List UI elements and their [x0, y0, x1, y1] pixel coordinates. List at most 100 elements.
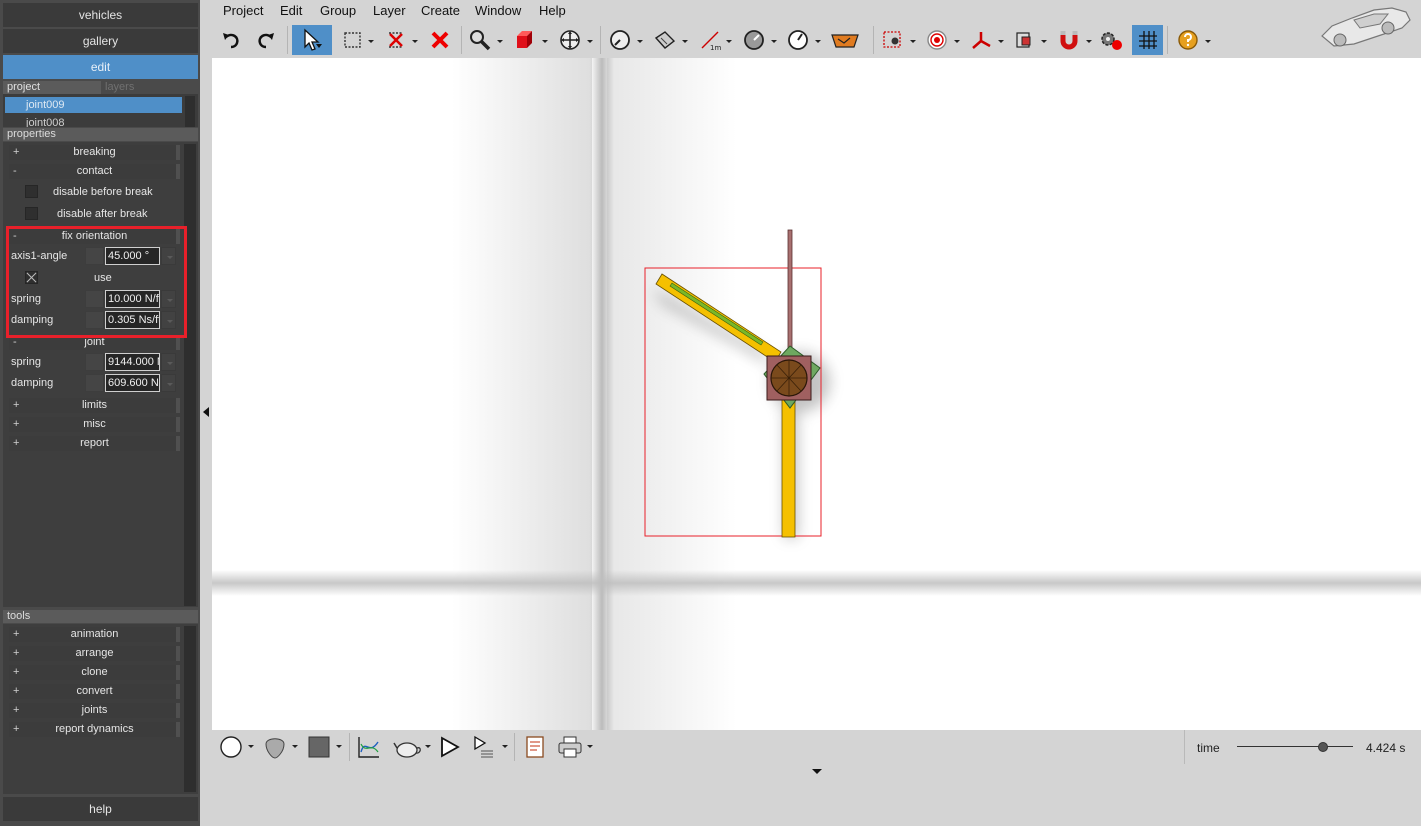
chevron-down-icon[interactable]: [998, 40, 1004, 43]
magnet-button[interactable]: [1055, 25, 1083, 55]
measure-button[interactable]: 1m: [696, 25, 724, 55]
axes-button[interactable]: [967, 25, 995, 55]
gallery-button[interactable]: gallery: [3, 29, 198, 53]
edit-button[interactable]: edit: [3, 55, 198, 79]
script-button[interactable]: [392, 733, 424, 761]
disable-after-break-checkbox[interactable]: [25, 207, 38, 220]
lasso-select-button[interactable]: [382, 25, 410, 55]
simulation-viewport[interactable]: [212, 58, 1421, 730]
chevron-down-icon[interactable]: [1041, 40, 1047, 43]
help-button[interactable]: help: [3, 797, 198, 821]
chevron-down-icon[interactable]: [1205, 40, 1211, 43]
speedometer-button[interactable]: [784, 25, 812, 55]
motor-button[interactable]: [740, 25, 768, 55]
tool-group-convert[interactable]: + convert: [9, 684, 180, 699]
menu-window[interactable]: Window: [475, 3, 521, 18]
print-button[interactable]: [556, 733, 584, 761]
undo-button[interactable]: [217, 25, 245, 55]
help-tool-button[interactable]: [1174, 25, 1202, 55]
sensor-button[interactable]: [1011, 25, 1039, 55]
tab-project[interactable]: project: [3, 81, 101, 94]
menu-group[interactable]: Group: [320, 3, 356, 18]
tree-item-joint009[interactable]: joint009: [5, 97, 182, 113]
joint-damping-input[interactable]: 609.600 Ns: [105, 374, 160, 392]
group-contact[interactable]: - contact: [9, 164, 180, 179]
chevron-down-icon[interactable]: [248, 745, 254, 748]
menu-help[interactable]: Help: [539, 3, 566, 18]
group-misc[interactable]: + misc: [9, 417, 180, 432]
joint-spring-spinner[interactable]: [161, 353, 176, 371]
move-button[interactable]: [556, 25, 584, 55]
select-tool-button[interactable]: [292, 25, 332, 55]
disable-before-break-checkbox[interactable]: [25, 185, 38, 198]
record-button[interactable]: [923, 25, 951, 55]
chevron-down-icon[interactable]: [815, 40, 821, 43]
camera-button[interactable]: [879, 25, 907, 55]
chevron-down-icon[interactable]: [412, 40, 418, 43]
simulation-settings-button[interactable]: [1098, 25, 1126, 55]
scale-button[interactable]: [651, 25, 679, 55]
tool-group-report-dynamics[interactable]: + report dynamics: [9, 722, 180, 737]
chevron-down-icon[interactable]: [587, 745, 593, 748]
joint-damping-key[interactable]: [85, 374, 104, 392]
rotate-button[interactable]: [606, 25, 634, 55]
notes-button[interactable]: [521, 733, 549, 761]
tool-group-joints[interactable]: + joints: [9, 703, 180, 718]
group-label: joints: [81, 704, 108, 716]
chevron-down-icon[interactable]: [368, 40, 374, 43]
chevron-down-icon[interactable]: [1086, 40, 1092, 43]
tree-item-joint008[interactable]: joint008: [5, 115, 182, 127]
joint-damping-spinner[interactable]: [161, 374, 176, 392]
fill-color-button[interactable]: [305, 733, 333, 761]
chevron-down-icon[interactable]: [954, 40, 960, 43]
redo-button[interactable]: [252, 25, 280, 55]
chevron-down-icon[interactable]: [637, 40, 643, 43]
vehicles-button[interactable]: vehicles: [3, 3, 198, 27]
menu-layer[interactable]: Layer: [373, 3, 406, 18]
group-label: contact: [76, 165, 113, 177]
joint-spring-input[interactable]: 9144.000 N: [105, 353, 160, 371]
tool-group-arrange[interactable]: + arrange: [9, 646, 180, 661]
chevron-down-icon[interactable]: [292, 745, 298, 748]
project-scrollbar[interactable]: [185, 96, 195, 127]
zoom-button[interactable]: [466, 25, 494, 55]
chevron-down-icon[interactable]: [910, 40, 916, 43]
scale-icon: [654, 31, 676, 49]
group-report[interactable]: + report: [9, 436, 180, 451]
graph-button[interactable]: [355, 733, 383, 761]
tool-group-animation[interactable]: + animation: [9, 627, 180, 642]
menu-edit[interactable]: Edit: [280, 3, 302, 18]
chevron-down-icon[interactable]: [502, 745, 508, 748]
grid-toggle-button[interactable]: [1132, 25, 1163, 55]
blob-tool-button[interactable]: [261, 733, 289, 761]
expand-bottom-panel-icon[interactable]: [812, 769, 822, 774]
tab-layers[interactable]: layers: [101, 81, 198, 94]
menu-create[interactable]: Create: [421, 3, 460, 18]
chevron-down-icon[interactable]: [682, 40, 688, 43]
group-label: arrange: [75, 647, 114, 659]
properties-scrollbar[interactable]: [184, 144, 196, 606]
chevron-down-icon[interactable]: [336, 745, 342, 748]
collapse-panel-icon[interactable]: [203, 407, 209, 417]
play-button[interactable]: [435, 733, 463, 761]
tools-scrollbar[interactable]: [184, 626, 196, 792]
group-breaking[interactable]: + breaking: [9, 145, 180, 160]
time-slider-track[interactable]: [1237, 746, 1353, 747]
group-limits[interactable]: + limits: [9, 398, 180, 413]
menu-project[interactable]: Project: [223, 3, 263, 18]
time-slider-thumb[interactable]: [1317, 742, 1328, 752]
delete-button[interactable]: [426, 25, 454, 55]
terrain-button[interactable]: [828, 25, 862, 55]
playback-settings-button[interactable]: [470, 733, 498, 761]
chevron-down-icon[interactable]: [587, 40, 593, 43]
create-body-button[interactable]: [511, 25, 539, 55]
chevron-down-icon[interactable]: [425, 745, 431, 748]
tool-group-clone[interactable]: + clone: [9, 665, 180, 680]
chevron-down-icon[interactable]: [542, 40, 548, 43]
circle-tool-button[interactable]: [217, 733, 245, 761]
box-select-button[interactable]: [339, 25, 367, 55]
chevron-down-icon[interactable]: [497, 40, 503, 43]
chevron-down-icon[interactable]: [771, 40, 777, 43]
chevron-down-icon[interactable]: [726, 40, 732, 43]
joint-spring-key[interactable]: [85, 353, 104, 371]
